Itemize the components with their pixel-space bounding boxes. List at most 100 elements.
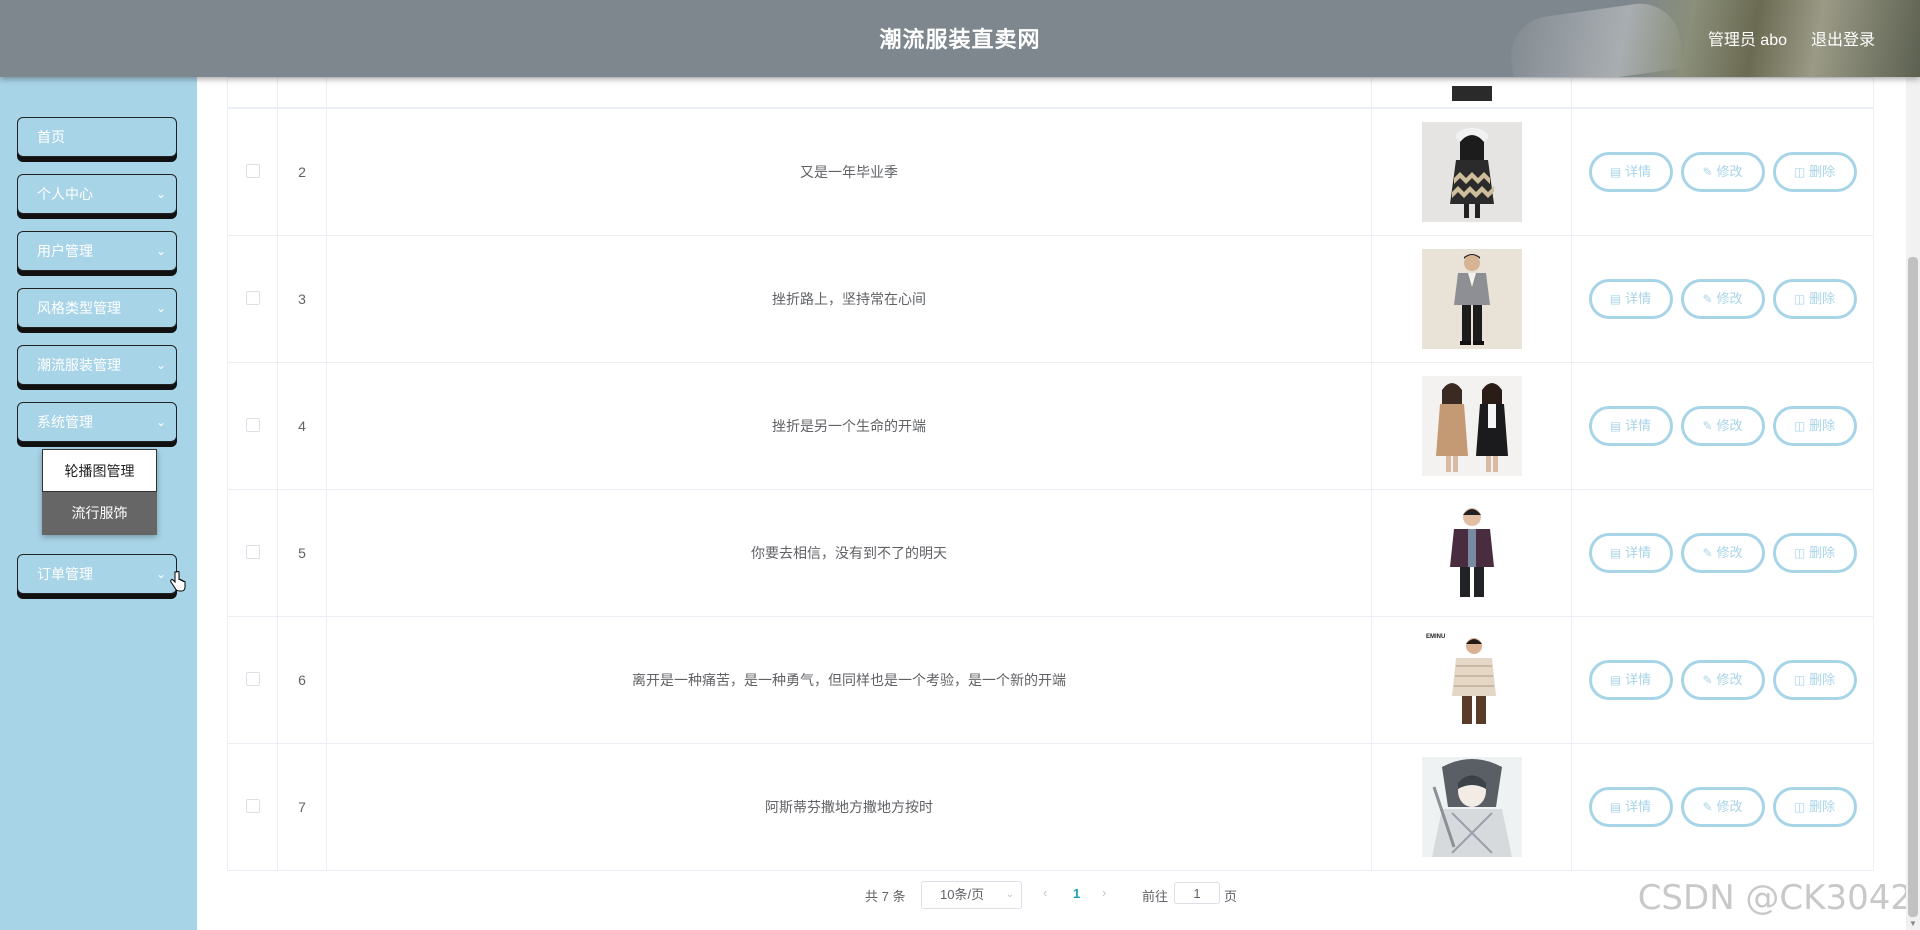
delete-button-label: 删除 [1809,291,1836,306]
scroll-down-arrow-icon[interactable]: ▼ [1909,919,1917,928]
document-icon: ▤ [1609,546,1622,560]
menu-item-user-management[interactable]: 用户管理 ⌄ [17,231,177,271]
table-row: 3 挫折路上，坚持常在心间 ▤ 详情 ✎ 修改 ◫ 删除 [227,235,1874,363]
row-checkbox[interactable] [245,163,260,178]
top-header: 潮流服装直卖网 管理员 abo 退出登录 [0,0,1920,77]
delete-button[interactable]: ◫ 删除 [1772,152,1857,192]
vertical-scrollbar[interactable]: ▼ [1906,77,1920,930]
trash-icon: ◫ [1793,292,1806,306]
page-number-current[interactable]: 1 [1073,886,1080,901]
table-row: 2 又是一年毕业季 ▤ 详情 ✎ 修改 ◫ 删除 [227,108,1874,236]
pencil-icon: ✎ [1702,800,1713,814]
menu-item-home[interactable]: 首页 [17,117,177,157]
clothing-thumbnail [1441,85,1502,101]
row-checkbox[interactable] [245,290,260,305]
table-row [227,77,1874,108]
hand-cursor-icon [170,571,186,592]
pencil-icon: ✎ [1702,546,1713,560]
delete-button-label: 删除 [1809,164,1836,179]
logout-link[interactable]: 退出登录 [1811,26,1875,50]
chevron-down-icon: ⌄ [1005,889,1014,900]
delete-button[interactable]: ◫ 删除 [1772,787,1857,827]
edit-button-label: 修改 [1716,418,1743,433]
delete-button-label: 删除 [1809,545,1836,560]
row-checkbox[interactable] [245,798,260,813]
trash-icon: ◫ [1793,419,1806,433]
document-icon: ▤ [1609,292,1622,306]
menu-item-system-management[interactable]: 系统管理 ⌄ [17,402,177,442]
edit-button[interactable]: ✎ 修改 [1680,406,1765,446]
pagination: 共 7 条 10条/页 ⌄ ‹ 1 › 前往 页 [0,878,1920,909]
delete-button[interactable]: ◫ 删除 [1772,533,1857,573]
delete-button[interactable]: ◫ 删除 [1772,406,1857,446]
delete-button[interactable]: ◫ 删除 [1772,660,1857,700]
row-index: 2 [277,108,327,236]
chevron-down-icon: ⌄ [155,187,166,201]
detail-button[interactable]: ▤ 详情 [1588,533,1673,573]
edit-button[interactable]: ✎ 修改 [1680,279,1765,319]
scrollbar-thumb[interactable] [1908,257,1918,917]
detail-button-label: 详情 [1625,164,1652,179]
pencil-icon: ✎ [1702,165,1713,179]
menu-item-personal-center[interactable]: 个人中心 ⌄ [17,174,177,214]
chevron-down-icon: ⌄ [155,567,166,581]
chevron-down-icon: ⌄ [155,415,166,429]
table-row: 6 离开是一种痛苦，是一种勇气，但同样也是一个考验，是一个新的开端 EMINU ▤ 详情… [227,616,1874,744]
detail-button-label: 详情 [1625,418,1652,433]
row-index: 4 [277,362,327,490]
menu-item-label: 个人中心 [37,186,93,202]
row-title: 挫折是另一个生命的开端 [326,362,1372,490]
row-index: 3 [277,235,327,363]
goto-page-input[interactable] [1174,882,1220,904]
detail-button-label: 详情 [1625,291,1652,306]
menu-item-style-type-management[interactable]: 风格类型管理 ⌄ [17,288,177,328]
row-title: 离开是一种痛苦，是一种勇气，但同样也是一个考验，是一个新的开端 [326,616,1372,744]
page-size-select[interactable]: 10条/页 ⌄ [921,881,1022,909]
menu-item-label: 用户管理 [37,243,93,259]
system-submenu: 轮播图管理 流行服饰 [42,449,157,535]
edit-button-label: 修改 [1716,164,1743,179]
clothing-thumbnail: EMINU [1421,630,1522,730]
detail-button[interactable]: ▤ 详情 [1588,152,1673,192]
menu-item-label: 首页 [37,129,65,145]
detail-button[interactable]: ▤ 详情 [1588,279,1673,319]
page-unit-label: 页 [1224,889,1238,904]
document-icon: ▤ [1609,673,1622,687]
row-title: 又是一年毕业季 [326,108,1372,236]
edit-button[interactable]: ✎ 修改 [1680,152,1765,192]
table-row: 7 阿斯蒂芬撒地方撒地方按时 ▤ 详情 ✎ 修改 ◫ 删除 [227,743,1874,871]
detail-button[interactable]: ▤ 详情 [1588,406,1673,446]
edit-button[interactable]: ✎ 修改 [1680,660,1765,700]
trash-icon: ◫ [1793,800,1806,814]
menu-item-label: 订单管理 [37,566,93,582]
chevron-down-icon: ⌄ [155,301,166,315]
site-title: 潮流服装直卖网 [879,27,1041,52]
row-title: 挫折路上，坚持常在心间 [326,235,1372,363]
menu-item-order-management[interactable]: 订单管理 ⌄ [17,554,177,594]
clothing-thumbnail [1421,376,1522,476]
chevron-down-icon: ⌄ [155,244,166,258]
next-page-icon[interactable]: › [1102,885,1106,900]
document-icon: ▤ [1609,419,1622,433]
edit-button[interactable]: ✎ 修改 [1680,533,1765,573]
prev-page-icon[interactable]: ‹ [1043,885,1047,900]
table-row: 5 你要去相信，没有到不了的明天 ▤ 详情 ✎ 修改 ◫ 删除 [227,489,1874,617]
detail-button[interactable]: ▤ 详情 [1588,787,1673,827]
edit-button[interactable]: ✎ 修改 [1680,787,1765,827]
detail-button[interactable]: ▤ 详情 [1588,660,1673,700]
submenu-item-popular-apparel[interactable]: 流行服饰 [42,492,157,535]
chevron-down-icon: ⌄ [155,358,166,372]
row-checkbox[interactable] [245,671,260,686]
clothing-thumbnail [1421,122,1522,222]
clothing-thumbnail [1421,503,1522,603]
delete-button[interactable]: ◫ 删除 [1772,279,1857,319]
row-checkbox[interactable] [245,417,260,432]
menu-item-fashion-management[interactable]: 潮流服装管理 ⌄ [17,345,177,385]
delete-button-label: 删除 [1809,799,1836,814]
edit-button-label: 修改 [1716,291,1743,306]
row-checkbox[interactable] [245,544,260,559]
edit-button-label: 修改 [1716,545,1743,560]
pencil-icon: ✎ [1702,673,1713,687]
submenu-item-carousel[interactable]: 轮播图管理 [42,449,157,492]
detail-button-label: 详情 [1625,545,1652,560]
